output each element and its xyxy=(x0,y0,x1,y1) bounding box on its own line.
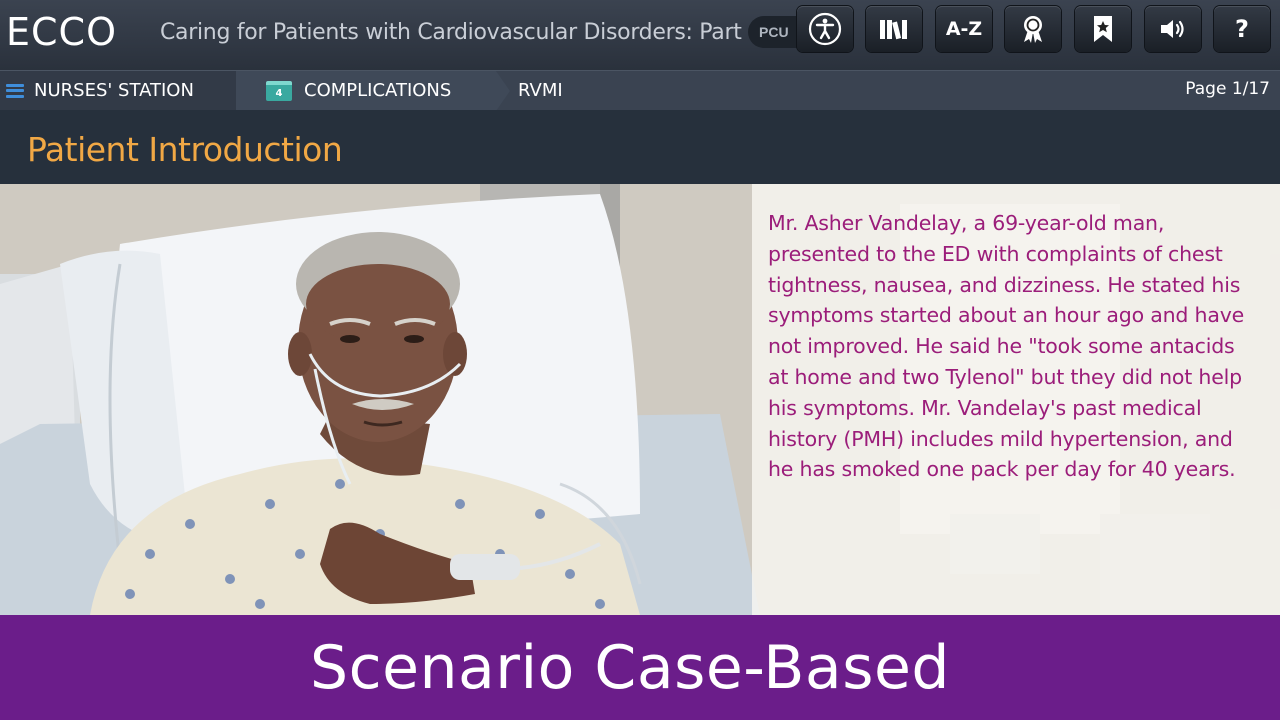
top-bar: ECCO Caring for Patients with Cardiovasc… xyxy=(0,0,1280,70)
accessibility-icon xyxy=(808,12,842,46)
audio-button[interactable] xyxy=(1145,6,1201,52)
app-logo[interactable]: ECCO xyxy=(6,10,117,54)
accessibility-button[interactable] xyxy=(797,6,853,52)
help-label: ? xyxy=(1235,15,1249,43)
patient-intro-text: Mr. Asher Vandelay, a 69-year-old man, p… xyxy=(768,211,1245,482)
glossary-label: A-Z xyxy=(945,18,983,40)
breadcrumb-complications[interactable]: 4 COMPLICATIONS xyxy=(236,71,496,110)
bookmark-star-icon xyxy=(1094,16,1112,42)
books-icon xyxy=(880,20,907,40)
breadcrumb-label: NURSES' STATION xyxy=(34,80,194,101)
glossary-button[interactable]: A-Z xyxy=(936,6,992,52)
bookmark-button[interactable] xyxy=(1075,6,1131,52)
unit-badge: PCU xyxy=(748,16,804,48)
page-title: Patient Introduction xyxy=(27,130,343,169)
category-banner: Scenario Case-Based xyxy=(0,615,1280,720)
page-indicator: Page 1/17 xyxy=(1185,79,1270,99)
speaker-icon xyxy=(1161,20,1184,38)
award-ribbon-icon xyxy=(1024,16,1042,43)
breadcrumb-rvmi: RVMI xyxy=(496,71,696,110)
banner-label: Scenario Case-Based xyxy=(310,632,950,703)
course-title: Caring for Patients with Cardiovascular … xyxy=(160,20,762,45)
breadcrumb-label: COMPLICATIONS xyxy=(304,80,452,101)
menu-icon xyxy=(6,83,24,98)
heading-band: Patient Introduction xyxy=(0,110,1280,184)
breadcrumb: NURSES' STATION 4 COMPLICATIONS RVMI Pag… xyxy=(0,70,1280,111)
calendar-icon: 4 xyxy=(266,80,292,101)
breadcrumb-nurses-station[interactable]: NURSES' STATION xyxy=(0,71,236,110)
help-button[interactable]: ? xyxy=(1214,6,1270,52)
calendar-badge: 4 xyxy=(275,87,283,99)
library-button[interactable] xyxy=(866,6,922,52)
breadcrumb-label: RVMI xyxy=(518,80,563,101)
achievements-button[interactable] xyxy=(1005,6,1061,52)
